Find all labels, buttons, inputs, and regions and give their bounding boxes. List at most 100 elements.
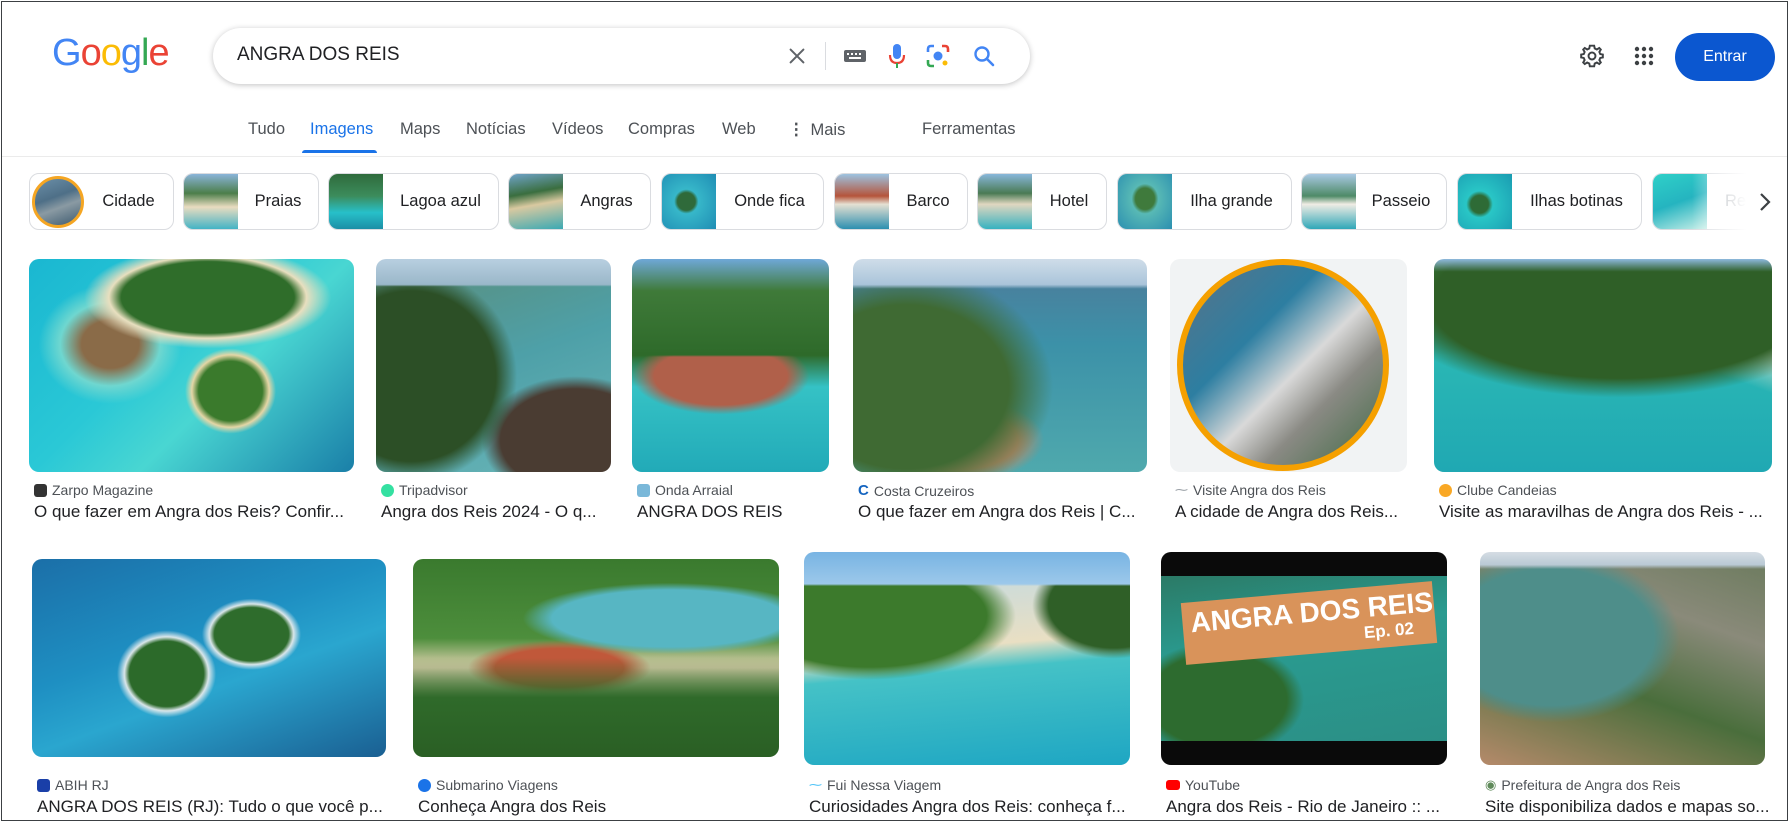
result-source[interactable]: Clube Candeias <box>1439 482 1557 498</box>
visite-favicon: ⁓ <box>1175 482 1188 497</box>
microphone-icon[interactable] <box>881 40 913 72</box>
result-image[interactable] <box>29 259 354 472</box>
chip-cidade[interactable]: Cidade <box>29 173 174 230</box>
tab-imagens[interactable]: Imagens <box>310 120 373 139</box>
source-label: Tripadvisor <box>399 482 468 498</box>
result-title[interactable]: Angra dos Reis 2024 - O q... <box>381 502 611 522</box>
result-title[interactable]: O que fazer em Angra dos Reis | C... <box>858 502 1147 522</box>
result-image[interactable]: ANGRA DOS REIS Ep. 02 <box>1161 552 1447 765</box>
result-source[interactable]: YouTube <box>1166 777 1240 793</box>
result-image[interactable] <box>1480 552 1765 765</box>
apps-grid-icon[interactable] <box>1624 32 1664 80</box>
result-image[interactable] <box>853 259 1147 472</box>
result-image[interactable] <box>1170 259 1407 472</box>
onda-arraial-favicon <box>637 483 650 497</box>
tab-ferramentas[interactable]: Ferramentas <box>922 120 1016 139</box>
result-title[interactable]: Angra dos Reis - Rio de Janeiro :: ... <box>1166 797 1448 817</box>
result-card[interactable]: C Costa Cruzeiros O que fazer em Angra do… <box>853 259 1147 522</box>
tab-mais[interactable]: ⋮ Mais <box>788 120 845 140</box>
result-image[interactable] <box>1434 259 1772 472</box>
tab-web[interactable]: Web <box>722 120 756 139</box>
result-source[interactable]: Onda Arraial <box>637 482 733 498</box>
result-image[interactable] <box>376 259 611 472</box>
tab-noticias[interactable]: Notícias <box>466 120 526 139</box>
source-label: Clube Candeias <box>1457 482 1557 498</box>
clear-icon[interactable] <box>781 40 813 72</box>
result-source[interactable]: ◉ Prefeitura de Angra dos Reis <box>1485 777 1680 793</box>
search-divider <box>825 42 826 70</box>
settings-icon[interactable] <box>1572 32 1612 80</box>
result-source[interactable]: ABIH RJ <box>37 777 109 793</box>
logo-letter: e <box>148 32 169 74</box>
source-label: ABIH RJ <box>55 777 109 793</box>
chip-ilhas-botinas[interactable]: Ilhas botinas <box>1457 173 1642 230</box>
search-box <box>213 28 1030 84</box>
chip-label: Cidade <box>102 192 155 210</box>
result-card[interactable]: ⁓ Fui Nessa Viagem Curiosidades Angra dos… <box>804 552 1134 820</box>
result-card[interactable]: ⁓ Visite Angra dos Reis A cidade de Angra… <box>1170 259 1410 522</box>
chip-ilha-grande[interactable]: Ilha grande <box>1117 173 1292 230</box>
islands-thumbnail <box>1458 174 1512 229</box>
result-title[interactable]: ANGRA DOS REIS <box>637 502 832 522</box>
result-card[interactable]: Tripadvisor Angra dos Reis 2024 - O q... <box>376 259 611 522</box>
chip-barco[interactable]: Barco <box>834 173 968 230</box>
result-image[interactable] <box>804 552 1130 765</box>
result-image[interactable] <box>32 559 386 757</box>
google-logo[interactable]: Google <box>52 32 170 75</box>
result-source[interactable]: C Costa Cruzeiros <box>858 482 974 499</box>
tab-tudo[interactable]: Tudo <box>248 120 285 139</box>
source-label: Prefeitura de Angra dos Reis <box>1501 777 1681 793</box>
youtube-icon <box>1166 780 1180 790</box>
result-card[interactable]: Onda Arraial ANGRA DOS REIS <box>632 259 832 522</box>
chip-label: Ilhas botinas <box>1530 192 1623 210</box>
chip-angras[interactable]: Angras <box>508 173 651 230</box>
result-title[interactable]: ANGRA DOS REIS (RJ): Tudo o que você p..… <box>37 797 387 817</box>
tour-thumbnail <box>1302 174 1356 229</box>
chip-label: Hotel <box>1049 192 1089 210</box>
costa-favicon: C <box>858 482 869 499</box>
result-card[interactable]: Clube Candeias Visite as maravilhas de A… <box>1434 259 1774 522</box>
logo-letter: l <box>140 32 150 74</box>
lens-icon[interactable] <box>922 40 954 72</box>
search-icon[interactable] <box>968 40 1000 72</box>
chip-lagoa-azul[interactable]: Lagoa azul <box>328 173 499 230</box>
tab-videos[interactable]: Vídeos <box>552 120 603 139</box>
result-title[interactable]: O que fazer em Angra dos Reis? Confir... <box>34 502 354 522</box>
keyboard-icon[interactable] <box>839 40 871 72</box>
boat-thumbnail <box>835 174 889 229</box>
lagoon-thumbnail <box>329 174 383 229</box>
result-title[interactable]: Conheça Angra dos Reis <box>418 797 778 817</box>
island-thumbnail <box>1118 174 1172 229</box>
chip-hotel[interactable]: Hotel <box>977 173 1107 230</box>
result-title[interactable]: Site disponibiliza dados e mapas so... <box>1485 797 1775 817</box>
source-label: Costa Cruzeiros <box>873 482 975 499</box>
result-source[interactable]: Submarino Viagens <box>418 777 558 793</box>
signin-button[interactable]: Entrar <box>1675 33 1775 81</box>
result-source[interactable]: ⁓ Fui Nessa Viagem <box>809 777 941 793</box>
tab-compras[interactable]: Compras <box>628 120 695 139</box>
result-image[interactable] <box>632 259 829 472</box>
search-input[interactable] <box>237 44 757 66</box>
chip-onde-fica[interactable]: Onde fica <box>661 173 824 230</box>
result-title[interactable]: Visite as maravilhas de Angra dos Reis -… <box>1439 502 1769 522</box>
result-source[interactable]: Zarpo Magazine <box>34 482 153 498</box>
tab-maps[interactable]: Maps <box>400 120 440 139</box>
chip-passeio[interactable]: Passeio <box>1301 173 1447 230</box>
result-source[interactable]: Tripadvisor <box>381 482 468 498</box>
result-card[interactable]: ANGRA DOS REIS Ep. 02 YouTube Angra dos … <box>1161 552 1451 820</box>
source-label: Onda Arraial <box>655 482 733 498</box>
header-divider <box>2 156 1787 157</box>
bay-thumbnail <box>509 174 563 229</box>
result-card[interactable]: Zarpo Magazine O que fazer em Angra dos … <box>29 259 354 522</box>
result-card[interactable]: Submarino Viagens Conheça Angra dos Reis <box>413 559 781 820</box>
chevron-right-icon[interactable] <box>1750 187 1780 217</box>
result-card[interactable]: ABIH RJ ANGRA DOS REIS (RJ): Tudo o que … <box>32 559 387 820</box>
result-card[interactable]: ◉ Prefeitura de Angra dos Reis Site dispo… <box>1480 552 1780 820</box>
clube-candeias-favicon <box>1439 483 1452 497</box>
logo-letter: o <box>100 32 122 74</box>
result-image[interactable] <box>413 559 779 757</box>
result-title[interactable]: Curiosidades Angra dos Reis: conheça f..… <box>809 797 1131 817</box>
result-title[interactable]: A cidade de Angra dos Reis... <box>1175 502 1407 522</box>
chip-praias[interactable]: Praias <box>183 173 319 230</box>
result-source[interactable]: ⁓ Visite Angra dos Reis <box>1175 482 1326 498</box>
